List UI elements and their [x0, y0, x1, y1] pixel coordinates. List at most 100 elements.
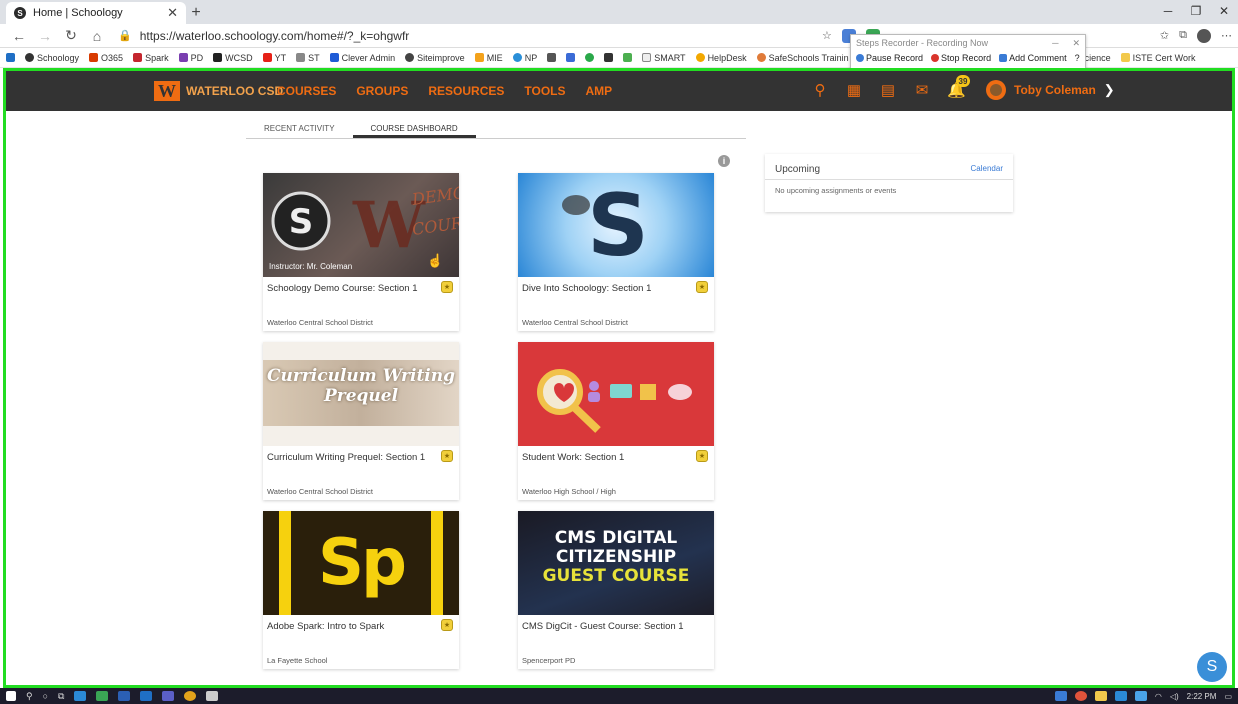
course-card[interactable]: CMS DIGITAL CITIZENSHIP GUEST COURSE CMS… — [518, 511, 714, 669]
teams-taskbar-icon[interactable] — [162, 691, 175, 701]
course-title[interactable]: Curriculum Writing Prequel: Section 1 — [267, 452, 425, 463]
bookmark-item[interactable]: MIE — [474, 53, 503, 63]
admin-shield-icon: ★ — [441, 619, 453, 631]
browser-tab[interactable]: S Home | Schoology ✕ — [6, 2, 186, 24]
course-card[interactable]: S W DEMO COURSE Instructor: Mr. Coleman … — [263, 173, 459, 331]
close-window-icon[interactable]: ✕ — [1210, 0, 1238, 22]
nav-groups[interactable]: GROUPS — [356, 84, 408, 98]
favorite-star-icon[interactable]: ☆ — [822, 29, 832, 42]
home-icon[interactable]: ⌂ — [84, 25, 110, 47]
bookmark-item[interactable]: O365 — [89, 53, 123, 63]
stop-record-button[interactable]: Stop Record — [931, 53, 991, 63]
bookmark-item[interactable] — [604, 53, 614, 62]
search-icon[interactable]: ⚲ — [26, 691, 33, 702]
close-tab-icon[interactable]: ✕ — [167, 5, 178, 21]
more-menu-icon[interactable]: ⋯ — [1221, 29, 1232, 42]
upcoming-title: Upcoming — [775, 164, 821, 175]
minimize-icon[interactable]: ─ — [1052, 38, 1058, 48]
user-menu[interactable]: Toby Coleman ❯ — [986, 80, 1115, 100]
nav-courses[interactable]: COURSES — [277, 84, 336, 98]
apps-grid-icon[interactable]: ▦ — [845, 81, 863, 99]
bookmark-item[interactable] — [623, 53, 633, 62]
bookmark-item[interactable]: Schoology — [25, 53, 79, 63]
schoology-help-button[interactable]: S — [1197, 652, 1227, 682]
steps-recorder-taskbar-icon[interactable] — [206, 691, 219, 701]
notification-center-icon[interactable]: ▭ — [1224, 692, 1232, 701]
close-icon[interactable]: ✕ — [1072, 38, 1080, 49]
bookmark-item[interactable]: NP — [512, 53, 537, 63]
tab-course-dashboard[interactable]: COURSE DASHBOARD — [352, 121, 476, 138]
bookmark-item[interactable] — [547, 53, 557, 62]
bookmark-item[interactable]: WCSD — [213, 53, 253, 63]
edge-taskbar-icon[interactable] — [74, 691, 87, 701]
onedrive-icon[interactable] — [1134, 691, 1147, 701]
clock[interactable]: 2:22 PM — [1187, 692, 1217, 701]
volume-icon[interactable]: ◁) — [1170, 692, 1179, 701]
add-comment-button[interactable]: Add Comment — [999, 53, 1067, 63]
bookmark-folder[interactable]: ISTE Cert Work — [1120, 53, 1196, 63]
collections-icon[interactable]: ⧉ — [1179, 29, 1187, 42]
url-field[interactable]: 🔒 https://waterloo.schoology.com/home#/?… — [110, 26, 710, 46]
course-title[interactable]: Student Work: Section 1 — [522, 452, 624, 463]
bookmark-item[interactable]: PD — [178, 53, 203, 63]
bookmark-item[interactable]: HelpDesk — [695, 53, 747, 63]
logo-text: WATERLOO CSD — [186, 84, 284, 98]
course-title[interactable]: Dive Into Schoology: Section 1 — [522, 283, 651, 294]
favorites-icon[interactable]: ✩ — [1160, 29, 1169, 42]
forward-icon[interactable]: → — [32, 25, 58, 47]
tab-recent-activity[interactable]: RECENT ACTIVITY — [246, 121, 353, 138]
course-org: La Fayette School — [267, 656, 328, 665]
task-view-icon[interactable]: ⧉ — [58, 691, 64, 702]
notifications-icon[interactable]: 🔔 39 — [947, 75, 970, 99]
chrome-taskbar-icon[interactable] — [184, 691, 197, 701]
tray-icon[interactable] — [1074, 691, 1087, 701]
search-icon[interactable]: ⚲ — [811, 81, 829, 99]
course-image — [518, 342, 714, 446]
upcoming-empty-text: No upcoming assignments or events — [775, 186, 897, 195]
calendar-icon[interactable]: ▤ — [879, 81, 897, 99]
new-tab-icon[interactable]: + — [186, 2, 206, 24]
restore-icon[interactable]: ❐ — [1182, 0, 1210, 22]
help-icon[interactable]: ? — [1075, 53, 1080, 63]
word-taskbar-icon[interactable] — [118, 691, 131, 701]
bookmark-item[interactable]: ST — [296, 53, 320, 63]
tray-icon[interactable] — [1114, 691, 1127, 701]
cortana-icon[interactable]: ○ — [43, 691, 48, 701]
district-logo[interactable]: W WATERLOO CSD — [154, 81, 283, 101]
bookmark-item[interactable] — [566, 53, 576, 62]
start-icon[interactable] — [6, 691, 16, 701]
nav-amp[interactable]: AMP — [586, 84, 613, 98]
taskbar-app-icon[interactable] — [96, 691, 109, 701]
bookmark-item[interactable]: SafeSchools Trainin — [756, 53, 849, 63]
bookmark-item[interactable]: Clever Admin — [329, 53, 395, 63]
nav-resources[interactable]: RESOURCES — [428, 84, 504, 98]
course-title[interactable]: Adobe Spark: Intro to Spark — [267, 621, 384, 632]
profile-icon[interactable] — [1197, 28, 1211, 43]
nav-tools[interactable]: TOOLS — [524, 84, 565, 98]
course-card[interactable]: Sp Adobe Spark: Intro to Spark ★ La Faye… — [263, 511, 459, 669]
bookmark-item[interactable]: SMART — [642, 53, 686, 63]
back-icon[interactable]: ← — [6, 25, 32, 47]
pause-record-button[interactable]: Pause Record — [856, 53, 923, 63]
course-title[interactable]: Schoology Demo Course: Section 1 — [267, 283, 418, 294]
course-card[interactable]: S Dive Into Schoology: Section 1 ★ Water… — [518, 173, 714, 331]
minimize-icon[interactable]: ─ — [1154, 0, 1182, 22]
messages-icon[interactable]: ✉ — [913, 81, 931, 99]
bookmark-item[interactable]: Siteimprove — [405, 53, 465, 63]
course-title[interactable]: CMS DigCit - Guest Course: Section 1 — [522, 621, 684, 632]
calendar-link[interactable]: Calendar — [971, 164, 1003, 175]
bookmark-item[interactable]: YT — [262, 53, 286, 63]
bookmark-item[interactable] — [585, 53, 595, 62]
course-card[interactable]: Curriculum Writing Prequel Curriculum Wr… — [263, 342, 459, 500]
bookmark-item[interactable] — [6, 53, 15, 62]
outlook-taskbar-icon[interactable] — [140, 691, 153, 701]
tray-icon[interactable] — [1094, 691, 1107, 701]
wifi-icon[interactable]: ◠ — [1155, 692, 1162, 701]
schoology-favicon-icon: S — [14, 7, 26, 19]
notification-badge: 39 — [956, 75, 970, 87]
tray-icon[interactable] — [1054, 691, 1067, 701]
refresh-icon[interactable]: ↻ — [58, 25, 84, 47]
course-card[interactable]: Student Work: Section 1 ★ Waterloo High … — [518, 342, 714, 500]
bookmark-item[interactable]: Spark — [133, 53, 169, 63]
info-icon[interactable]: i — [718, 155, 730, 167]
